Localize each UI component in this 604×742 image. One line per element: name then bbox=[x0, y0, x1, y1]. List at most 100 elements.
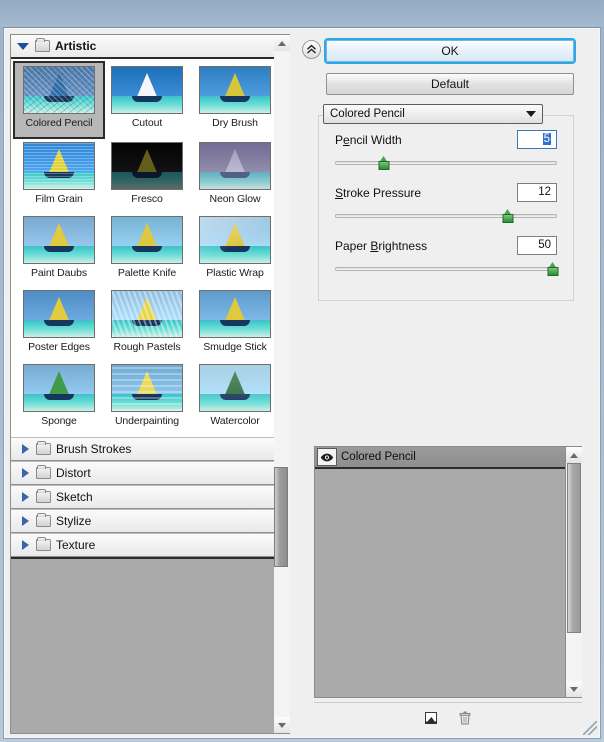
filter-thumbnail-label: Paint Daubs bbox=[30, 267, 88, 279]
filter-thumbnail-label: Sponge bbox=[41, 415, 77, 427]
folder-icon bbox=[36, 489, 51, 503]
scroll-down-arrow-icon[interactable] bbox=[565, 681, 582, 697]
triangle-right-icon[interactable] bbox=[22, 492, 29, 502]
parameter-value-text: 5 bbox=[542, 133, 551, 145]
parameter-label: Paper Brightness bbox=[335, 238, 428, 253]
tree-item-stylize[interactable]: Stylize bbox=[11, 509, 286, 533]
parameter-slider[interactable] bbox=[335, 262, 559, 276]
filter-preview-image bbox=[23, 364, 95, 412]
filter-preview-image bbox=[111, 142, 183, 190]
scroll-up-arrow-icon[interactable] bbox=[274, 35, 290, 51]
filter-thumbnail-label: Watercolor bbox=[210, 415, 260, 427]
scrollbar-track[interactable] bbox=[274, 51, 290, 717]
filter-preview-image bbox=[199, 290, 271, 338]
eye-glyph bbox=[320, 453, 334, 461]
slider-handle[interactable] bbox=[378, 156, 390, 170]
effect-layers-scrollbar[interactable] bbox=[565, 447, 582, 697]
tree-item-label: Distort bbox=[56, 466, 91, 480]
filter-thumbnail-label: Neon Glow bbox=[209, 193, 261, 205]
new-effect-layer-icon[interactable] bbox=[423, 710, 439, 726]
category-header-label: Artistic bbox=[55, 39, 97, 53]
tree-item-texture[interactable]: Texture bbox=[11, 533, 286, 557]
filter-thumbnail-film-grain[interactable]: Film Grain bbox=[15, 139, 103, 213]
filter-thumbnail-poster-edges[interactable]: Poster Edges bbox=[15, 287, 103, 361]
filter-thumbnail-fresco[interactable]: Fresco bbox=[103, 139, 191, 213]
folder-icon bbox=[35, 38, 50, 52]
filter-thumbnail-grid: Colored Pencil Cutout Dry Brush Film Grain F… bbox=[11, 59, 286, 437]
tree-item-label: Texture bbox=[56, 538, 96, 552]
double-chevron-up-icon[interactable] bbox=[302, 40, 321, 59]
parameter-slider[interactable] bbox=[335, 209, 557, 223]
filter-thumbnail-label: Dry Brush bbox=[212, 117, 258, 129]
tree-item-label: Stylize bbox=[56, 514, 92, 528]
parameter-list: Pencil Width 5 Stroke Pressure 12 Paper Brig… bbox=[319, 116, 573, 276]
parameter-value-input[interactable]: 5 bbox=[517, 130, 557, 149]
eye-icon[interactable] bbox=[317, 448, 337, 466]
parameter-value-input[interactable]: 12 bbox=[517, 183, 557, 202]
filter-preview-image bbox=[111, 364, 183, 412]
slider-handle[interactable] bbox=[547, 262, 559, 276]
default-button[interactable]: Default bbox=[326, 73, 574, 95]
filter-thumbnail-plastic-wrap[interactable]: Plastic Wrap bbox=[191, 213, 279, 287]
trash-icon[interactable] bbox=[457, 710, 473, 726]
effect-layer-row[interactable]: Colored Pencil bbox=[315, 447, 567, 469]
filter-gallery-dialog: Artistic Colored Pencil Cutout Dry Brush Fi… bbox=[3, 27, 601, 739]
filter-thumbnail-underpainting[interactable]: Underpainting bbox=[103, 361, 191, 435]
filter-thumbnail-label: Smudge Stick bbox=[203, 341, 267, 353]
folder-icon bbox=[36, 465, 51, 479]
triangle-right-icon[interactable] bbox=[22, 468, 29, 478]
filter-thumbnail-label: Fresco bbox=[131, 193, 163, 205]
filter-thumbnail-smudge-stick[interactable]: Smudge Stick bbox=[191, 287, 279, 361]
category-header-artistic[interactable]: Artistic bbox=[11, 35, 279, 59]
parameter-label: Stroke Pressure bbox=[335, 185, 422, 200]
filter-thumbnail-sponge[interactable]: Sponge bbox=[15, 361, 103, 435]
scrollbar-thumb[interactable] bbox=[274, 467, 288, 567]
filter-thumbnail-label: Cutout bbox=[131, 117, 163, 129]
triangle-right-icon[interactable] bbox=[22, 444, 29, 454]
triangle-right-icon[interactable] bbox=[22, 540, 29, 550]
filter-settings-panel: OK Default Colored Pencil Pencil Width 5 S… bbox=[296, 28, 600, 738]
chevron-down-icon[interactable] bbox=[526, 111, 536, 117]
tree-item-sketch[interactable]: Sketch bbox=[11, 485, 286, 509]
tree-item-distort[interactable]: Distort bbox=[11, 461, 286, 485]
filter-thumbnail-palette-knife[interactable]: Palette Knife bbox=[103, 213, 191, 287]
slider-handle[interactable] bbox=[502, 209, 514, 223]
effect-layers-body[interactable] bbox=[315, 469, 567, 697]
filter-thumbnail-neon-glow[interactable]: Neon Glow bbox=[191, 139, 279, 213]
filter-thumbnail-colored-pencil[interactable]: Colored Pencil bbox=[13, 61, 105, 139]
parameter-value-input[interactable]: 50 bbox=[517, 236, 557, 255]
filter-browser-scrollbar[interactable] bbox=[274, 34, 290, 734]
folder-icon bbox=[36, 513, 51, 527]
filter-thumbnail-watercolor[interactable]: Watercolor bbox=[191, 361, 279, 435]
effect-layer-name: Colored Pencil bbox=[341, 451, 416, 463]
browser-empty-area bbox=[11, 557, 286, 733]
filter-select-dropdown[interactable]: Colored Pencil bbox=[323, 104, 543, 124]
triangle-down-icon[interactable] bbox=[17, 42, 29, 50]
filter-thumbnail-paint-daubs[interactable]: Paint Daubs bbox=[15, 213, 103, 287]
filter-thumbnail-label: Poster Edges bbox=[28, 341, 90, 353]
window-titlebar[interactable] bbox=[0, 0, 604, 27]
filter-thumbnail-rough-pastels[interactable]: Rough Pastels bbox=[103, 287, 191, 361]
filter-preview-image bbox=[23, 66, 95, 114]
tree-item-label: Sketch bbox=[56, 490, 93, 504]
triangle-right-icon[interactable] bbox=[22, 516, 29, 526]
filter-thumbnail-label: Rough Pastels bbox=[113, 341, 181, 353]
filter-select-value: Colored Pencil bbox=[330, 108, 405, 120]
ok-button[interactable]: OK bbox=[326, 40, 574, 62]
filter-preview-image bbox=[199, 66, 271, 114]
parameter-slider[interactable] bbox=[335, 156, 557, 170]
parameter-paper-brightness: Paper Brightness 50 bbox=[335, 222, 559, 276]
resize-grip[interactable] bbox=[583, 721, 597, 735]
scroll-up-arrow-icon[interactable] bbox=[565, 447, 582, 463]
filter-preview-image bbox=[23, 142, 95, 190]
filter-thumbnail-dry-brush[interactable]: Dry Brush bbox=[191, 63, 279, 137]
effect-layers-list: Colored Pencil bbox=[314, 446, 582, 698]
scrollbar-track[interactable] bbox=[565, 463, 582, 681]
tree-item-brush-strokes[interactable]: Brush Strokes bbox=[11, 437, 286, 461]
filter-preview-image bbox=[199, 216, 271, 264]
filter-parameters-group: Colored Pencil Pencil Width 5 Stroke Press… bbox=[318, 104, 574, 301]
filter-thumbnail-cutout[interactable]: Cutout bbox=[103, 63, 191, 137]
filter-preview-image bbox=[111, 290, 183, 338]
folder-icon bbox=[36, 441, 51, 455]
scroll-down-arrow-icon[interactable] bbox=[274, 717, 290, 733]
